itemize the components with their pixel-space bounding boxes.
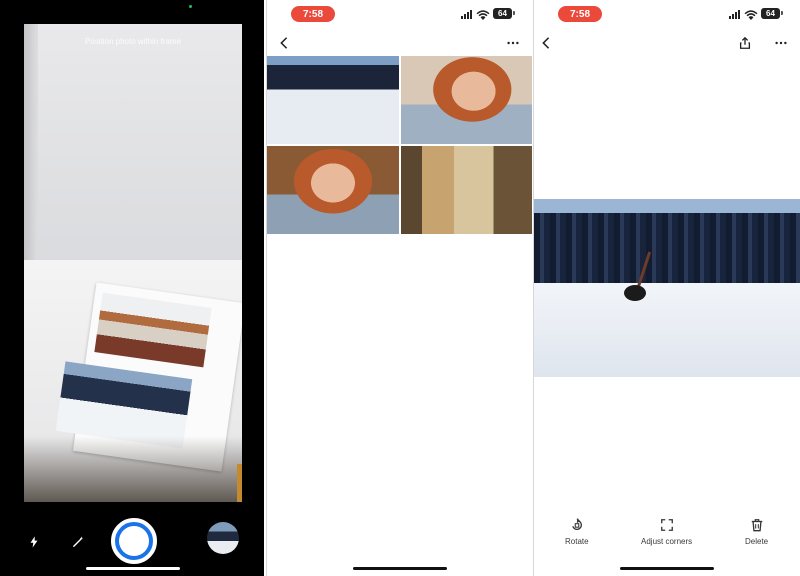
preview-toolbar: Rotate Adjust corners Delete <box>534 518 800 552</box>
rotate-label: Rotate <box>565 537 589 546</box>
home-indicator[interactable] <box>353 567 447 570</box>
adjust-corners-button[interactable]: Adjust corners <box>641 518 692 546</box>
preview-screen: 7:58 64 Rotate Adjust corners Delete <box>533 0 800 576</box>
thumbnail-girl-knitting[interactable] <box>267 146 399 234</box>
delete-label: Delete <box>745 537 769 546</box>
more-dots-icon[interactable] <box>772 34 790 52</box>
last-scan-thumbnail[interactable] <box>207 522 239 554</box>
shutter-button[interactable] <box>111 518 157 564</box>
home-indicator[interactable] <box>86 567 180 570</box>
rotate-button[interactable]: Rotate <box>565 518 589 546</box>
viewfinder <box>24 24 242 502</box>
delete-button[interactable]: Delete <box>745 518 768 546</box>
time-pill: 7:58 <box>291 6 335 22</box>
viewfinder-wall <box>24 24 242 264</box>
more-dots-icon[interactable] <box>504 34 522 52</box>
status-bar: 7:58 64 <box>534 6 800 22</box>
status-bar: 7:58 64 <box>267 6 532 22</box>
wifi-icon <box>744 8 758 20</box>
adjust-corners-label: Adjust corners <box>641 537 693 546</box>
flash-icon[interactable] <box>24 532 44 552</box>
time-pill: 7:58 <box>558 6 602 22</box>
crop-corners-icon <box>660 519 673 531</box>
signal-icon <box>461 9 472 19</box>
gallery-screen: 7:58 64 <box>266 0 532 576</box>
position-hint: Position photo within frame <box>84 37 182 46</box>
battery-icon: 64 <box>493 8 515 19</box>
magic-wand-icon[interactable] <box>68 532 88 552</box>
trash-icon <box>751 519 762 532</box>
camera-screen: Position photo within frame <box>0 0 264 576</box>
thumbnail-family-room[interactable] <box>401 146 532 234</box>
home-indicator[interactable] <box>620 567 714 570</box>
battery-icon: 64 <box>761 8 783 19</box>
rotate-icon <box>571 518 582 530</box>
shutter-inner <box>119 526 149 556</box>
photo-grid <box>267 56 532 234</box>
back-arrow-icon[interactable] <box>275 34 293 52</box>
signal-icon <box>729 9 740 19</box>
scanned-photo[interactable] <box>534 199 800 377</box>
thumbnail-snow-scene[interactable] <box>267 56 399 144</box>
thumbnail-girl-knitting[interactable] <box>401 56 532 144</box>
camera-indicator-dot <box>189 5 192 8</box>
back-arrow-icon[interactable] <box>537 34 555 52</box>
wifi-icon <box>476 8 490 20</box>
share-icon[interactable] <box>736 34 754 52</box>
